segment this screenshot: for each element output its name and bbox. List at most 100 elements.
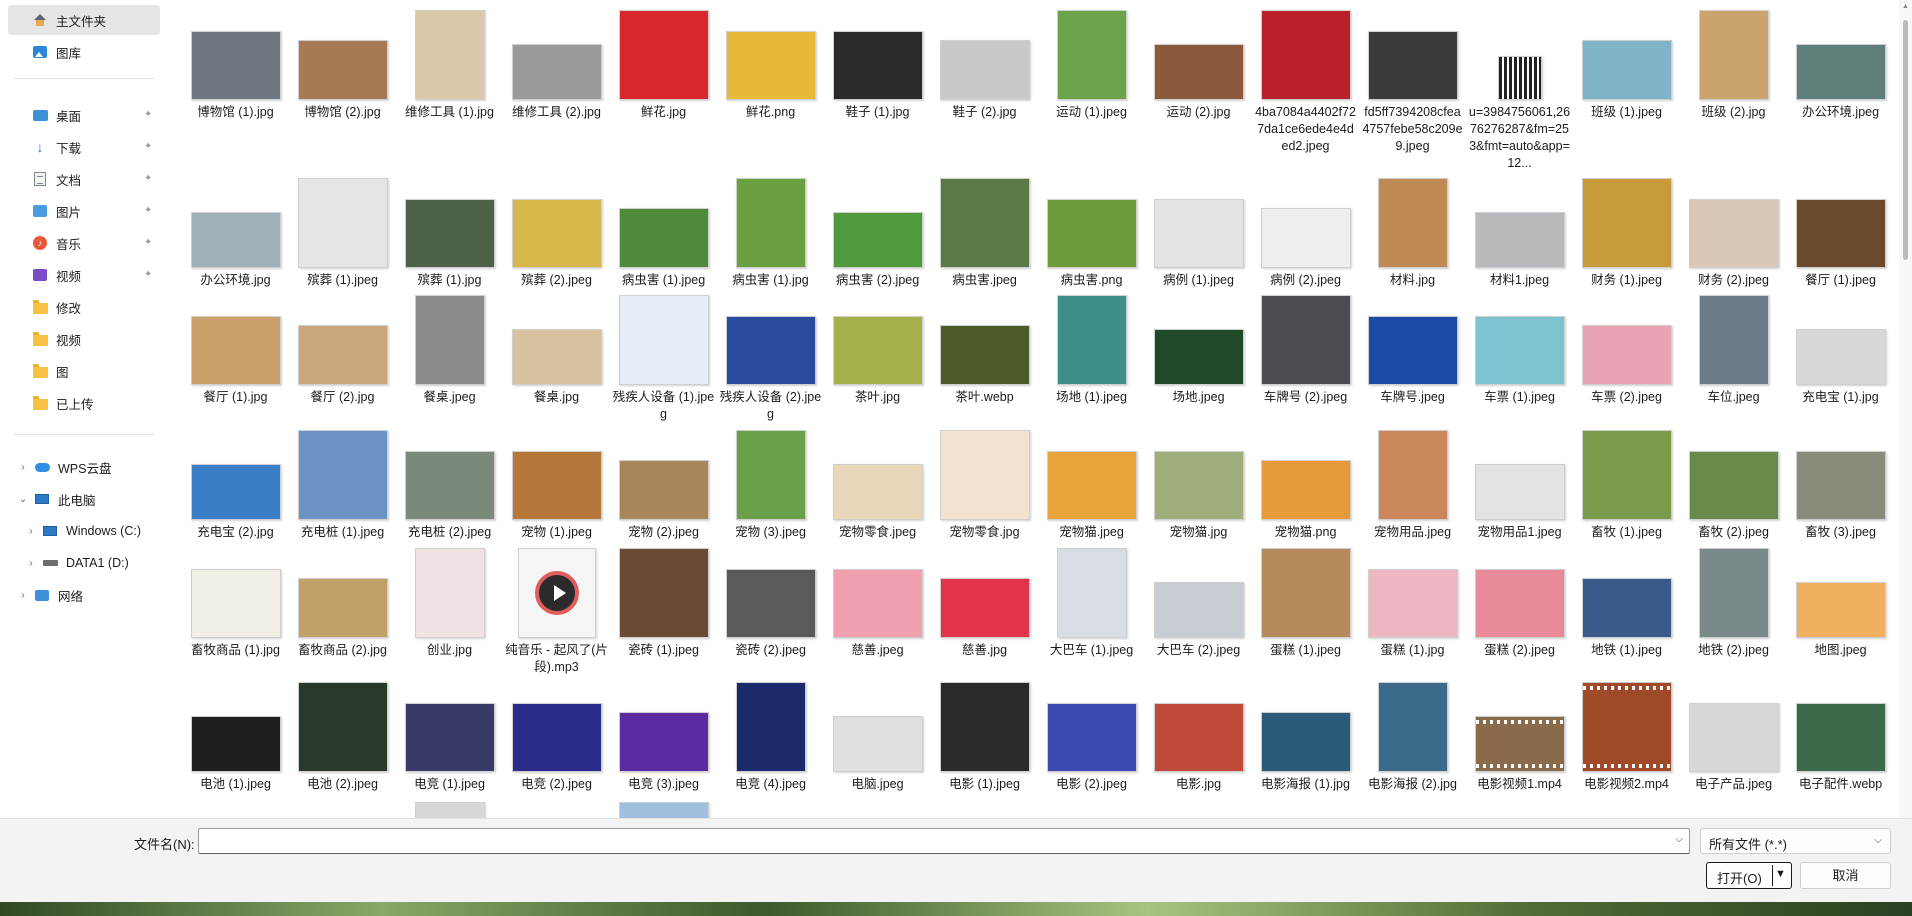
sidebar-item[interactable]: 视频: [8, 324, 160, 354]
sidebar-item[interactable]: ⌄ 此电脑: [8, 484, 160, 514]
file-item[interactable]: 车牌号.jpeg: [1359, 293, 1466, 406]
scrollbar-thumb[interactable]: [1903, 20, 1908, 260]
file-item[interactable]: 餐桌.jpg: [503, 293, 610, 406]
file-item[interactable]: 维修工具 (1).jpg: [396, 8, 503, 121]
open-button[interactable]: 打开(O) ▼: [1706, 862, 1792, 889]
sidebar-item[interactable]: 修改: [8, 292, 160, 322]
file-item[interactable]: 电竞 (4).jpeg: [717, 680, 824, 793]
collapsed-chevron-icon[interactable]: ›: [24, 548, 38, 578]
file-item[interactable]: 病虫害.png: [1038, 176, 1145, 289]
collapsed-chevron-icon[interactable]: ›: [16, 580, 30, 610]
file-item[interactable]: 茶叶.webp: [931, 293, 1038, 406]
sidebar-item[interactable]: › Windows (C:): [8, 516, 160, 546]
file-item[interactable]: 场地.jpeg: [1145, 293, 1252, 406]
collapsed-chevron-icon[interactable]: ›: [16, 452, 30, 482]
file-item[interactable]: 电影 (2).jpeg: [1038, 680, 1145, 793]
file-item[interactable]: 鲜花.jpg: [610, 8, 717, 121]
sidebar-item[interactable]: ♪ 音乐 ✦: [8, 228, 160, 258]
file-item[interactable]: 电竞 (2).jpeg: [503, 680, 610, 793]
file-item[interactable]: 病虫害 (1).jpg: [717, 176, 824, 289]
file-item[interactable]: 鞋子 (2).jpg: [931, 8, 1038, 121]
file-item[interactable]: 办公环境.jpeg: [1787, 8, 1894, 121]
file-item[interactable]: 电池 (1).jpeg: [182, 680, 289, 793]
file-item[interactable]: 财务 (1).jpeg: [1573, 176, 1680, 289]
file-item[interactable]: 地铁 (1).jpeg: [1573, 546, 1680, 659]
scroll-up-icon[interactable]: ▲: [1899, 2, 1912, 12]
file-item[interactable]: 车牌号 (2).jpeg: [1252, 293, 1359, 406]
open-dropdown-icon[interactable]: ▼: [1775, 868, 1786, 880]
cancel-button[interactable]: 取消: [1800, 862, 1891, 889]
sidebar-item[interactable]: ↓ 下载 ✦: [8, 132, 160, 162]
file-item[interactable]: 博物馆 (2).jpg: [289, 8, 396, 121]
sidebar-item[interactable]: 桌面 ✦: [8, 100, 160, 130]
file-item[interactable]: 运动 (1).jpeg: [1038, 8, 1145, 121]
sidebar-item[interactable]: 主文件夹: [8, 5, 160, 35]
file-item[interactable]: 宠物猫.png: [1252, 428, 1359, 541]
file-item[interactable]: 电脑.jpeg: [824, 680, 931, 793]
file-item[interactable]: 宠物猫.jpeg: [1038, 428, 1145, 541]
file-item[interactable]: 班级 (2).jpg: [1680, 8, 1787, 121]
file-item[interactable]: 病例 (1).jpeg: [1145, 176, 1252, 289]
file-item[interactable]: 宠物 (2).jpeg: [610, 428, 717, 541]
file-item[interactable]: 宠物零食.jpg: [931, 428, 1038, 541]
file-item[interactable]: 病虫害 (2).jpeg: [824, 176, 931, 289]
file-item[interactable]: 宠物用品.jpeg: [1359, 428, 1466, 541]
file-item[interactable]: 充电宝 (2).jpg: [182, 428, 289, 541]
file-item[interactable]: 宠物用品1.jpeg: [1466, 428, 1573, 541]
file-item[interactable]: 殡葬 (1).jpg: [396, 176, 503, 289]
filetype-select[interactable]: 所有文件 (*.*) ⌵: [1700, 828, 1891, 854]
file-item[interactable]: 瓷砖 (1).jpeg: [610, 546, 717, 659]
file-item[interactable]: [610, 800, 717, 818]
file-item[interactable]: 运动 (2).jpg: [1145, 8, 1252, 121]
file-item[interactable]: 畜牧 (1).jpeg: [1573, 428, 1680, 541]
sidebar-item[interactable]: › 网络: [8, 580, 160, 610]
file-item[interactable]: 瓷砖 (2).jpeg: [717, 546, 824, 659]
sidebar-item[interactable]: 图片 ✦: [8, 196, 160, 226]
file-item[interactable]: 博物馆 (1).jpg: [182, 8, 289, 121]
file-item[interactable]: 维修工具 (2).jpg: [503, 8, 610, 121]
file-item[interactable]: 电影海报 (1).jpg: [1252, 680, 1359, 793]
file-item[interactable]: 电影视频1.mp4: [1466, 680, 1573, 793]
file-item[interactable]: 宠物 (1).jpeg: [503, 428, 610, 541]
file-item[interactable]: 宠物零食.jpeg: [824, 428, 931, 541]
sidebar-item[interactable]: 图库: [8, 37, 160, 67]
file-item[interactable]: 慈善.jpg: [931, 546, 1038, 659]
file-item[interactable]: 办公环境.jpg: [182, 176, 289, 289]
file-item[interactable]: 电子配件.webp: [1787, 680, 1894, 793]
file-item[interactable]: [503, 800, 610, 818]
sidebar-item[interactable]: › DATA1 (D:): [8, 548, 160, 578]
sidebar-item[interactable]: 文档 ✦: [8, 164, 160, 194]
file-item[interactable]: 蛋糕 (1).jpg: [1359, 546, 1466, 659]
filename-input[interactable]: ⌵: [198, 828, 1690, 854]
collapsed-chevron-icon[interactable]: ›: [24, 516, 38, 546]
file-item[interactable]: 病虫害 (1).jpeg: [610, 176, 717, 289]
file-item[interactable]: 畜牧 (3).jpeg: [1787, 428, 1894, 541]
file-item[interactable]: 场地 (1).jpeg: [1038, 293, 1145, 406]
file-item[interactable]: 电池 (2).jpeg: [289, 680, 396, 793]
file-item[interactable]: 畜牧商品 (1).jpg: [182, 546, 289, 659]
file-item[interactable]: 蛋糕 (1).jpeg: [1252, 546, 1359, 659]
file-item[interactable]: [182, 800, 289, 818]
sidebar-item[interactable]: › WPS云盘: [8, 452, 160, 482]
file-item[interactable]: 充电桩 (2).jpeg: [396, 428, 503, 541]
file-item[interactable]: 病虫害.jpeg: [931, 176, 1038, 289]
file-item[interactable]: 充电桩 (1).jpeg: [289, 428, 396, 541]
file-item[interactable]: 畜牧商品 (2).jpg: [289, 546, 396, 659]
file-item[interactable]: 宠物猫.jpg: [1145, 428, 1252, 541]
file-item[interactable]: 纯音乐 - 起风了(片段).mp3: [503, 546, 610, 676]
file-item[interactable]: 车票 (1).jpeg: [1466, 293, 1573, 406]
file-item[interactable]: [289, 800, 396, 818]
file-item[interactable]: 地铁 (2).jpeg: [1680, 546, 1787, 659]
file-item[interactable]: 充电宝 (1).jpg: [1787, 293, 1894, 406]
file-item[interactable]: 鲜花.png: [717, 8, 824, 121]
file-item[interactable]: 病例 (2).jpeg: [1252, 176, 1359, 289]
file-item[interactable]: 电子产品.jpeg: [1680, 680, 1787, 793]
file-item[interactable]: 残疾人设备 (2).jpeg: [717, 293, 824, 423]
file-item[interactable]: 餐桌.jpeg: [396, 293, 503, 406]
file-item[interactable]: u=3984756061,2676276287&fm=253&fmt=auto&…: [1466, 8, 1573, 172]
file-item[interactable]: 车票 (2).jpeg: [1573, 293, 1680, 406]
sidebar-item[interactable]: 已上传: [8, 388, 160, 418]
file-item[interactable]: 畜牧 (2).jpeg: [1680, 428, 1787, 541]
file-item[interactable]: 餐厅 (2).jpg: [289, 293, 396, 406]
file-item[interactable]: 大巴车 (1).jpeg: [1038, 546, 1145, 659]
